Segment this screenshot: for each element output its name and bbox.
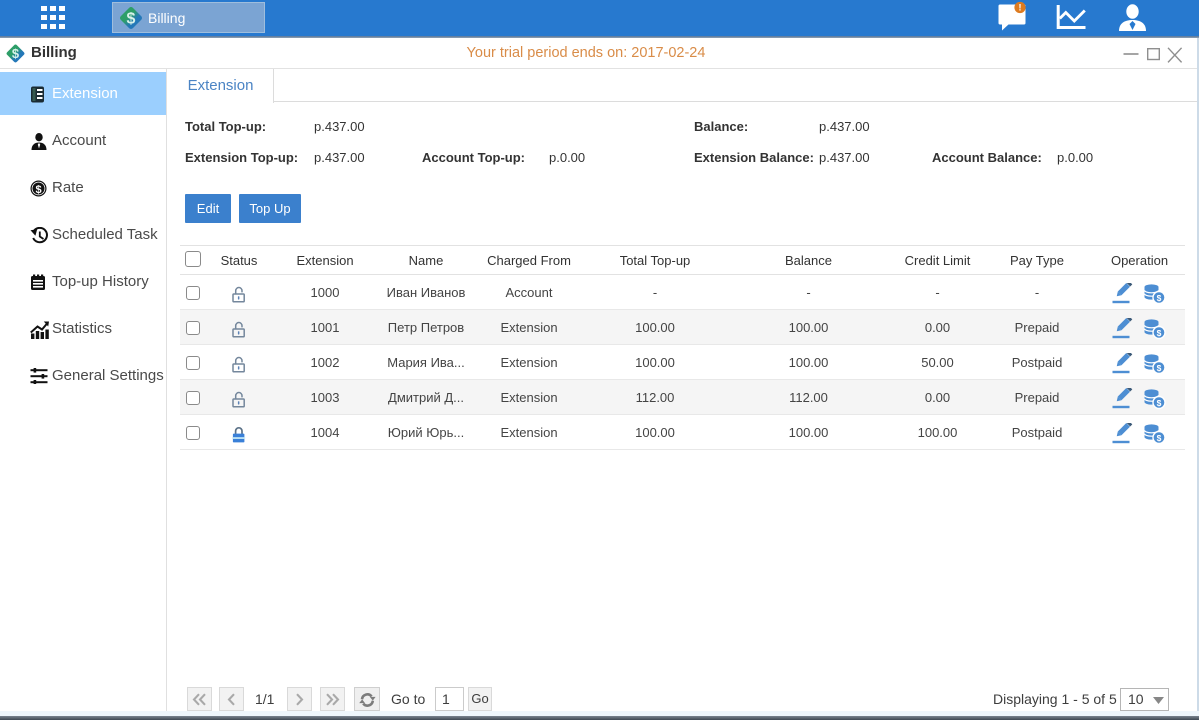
svg-text:!: ! bbox=[1019, 3, 1022, 13]
svg-text:$: $ bbox=[1156, 398, 1161, 408]
svg-text:$: $ bbox=[1156, 293, 1161, 303]
svg-text:$: $ bbox=[1156, 328, 1161, 338]
svg-text:$: $ bbox=[1156, 363, 1161, 373]
svg-text:$: $ bbox=[1156, 433, 1161, 443]
svg-text:$: $ bbox=[35, 184, 41, 196]
svg-text:$: $ bbox=[127, 11, 136, 28]
